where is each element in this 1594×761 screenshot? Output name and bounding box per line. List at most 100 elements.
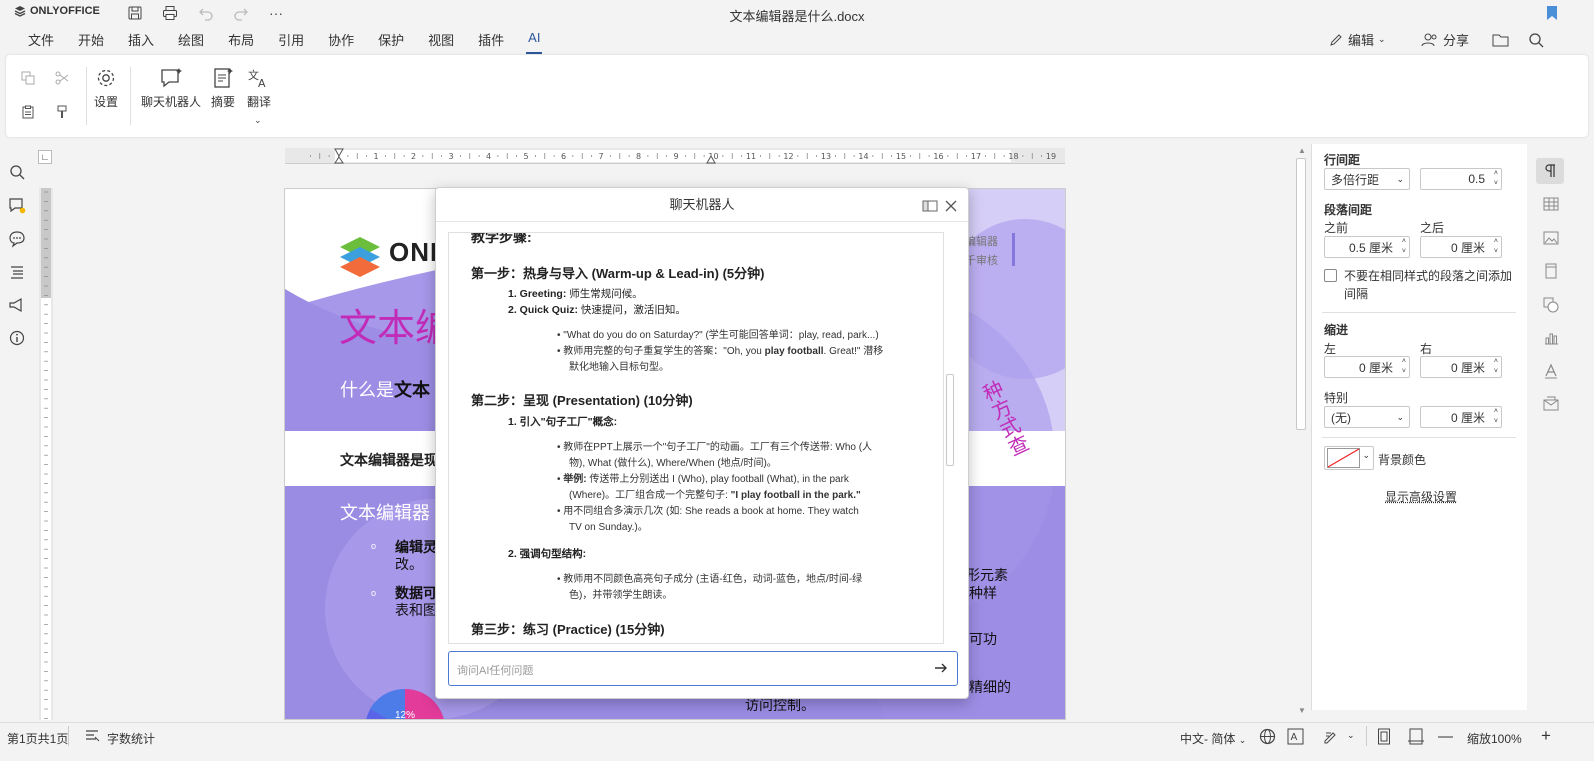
tab-stop-selector[interactable]: ∟ xyxy=(38,150,52,164)
find-icon[interactable] xyxy=(7,162,27,182)
zoom-level[interactable]: 缩放100% xyxy=(1467,730,1522,747)
close-icon[interactable] xyxy=(944,188,958,222)
zoom-in-icon[interactable]: + xyxy=(1541,726,1551,746)
tab-ai[interactable]: AI xyxy=(516,28,552,54)
paste-icon[interactable] xyxy=(16,101,40,123)
document-scrollbar[interactable]: ▲ ▼ xyxy=(1294,144,1308,720)
tab-draw[interactable]: 绘图 xyxy=(166,28,216,50)
scroll-down-icon[interactable]: ▼ xyxy=(1298,706,1306,715)
summary-button[interactable]: 摘要 xyxy=(211,67,235,110)
fit-width-icon[interactable] xyxy=(1408,728,1424,748)
indent-right-label: 右 xyxy=(1420,342,1433,356)
chat-bubble-icon xyxy=(161,68,182,88)
tab-view[interactable]: 视图 xyxy=(416,28,466,50)
zoom-out-icon[interactable]: — xyxy=(1438,728,1453,745)
chat-scrollbar[interactable] xyxy=(946,232,956,644)
page-bullet-1-bold: 编辑灵 xyxy=(395,539,437,555)
settings-button[interactable]: 设置 xyxy=(94,67,118,110)
scrollbar-thumb[interactable] xyxy=(1296,158,1306,430)
spacing-after-stepper[interactable]: 0 厘米 ˄ ˅ xyxy=(1420,236,1502,258)
word-count-label[interactable]: 字数统计 xyxy=(107,730,155,747)
line-spacing-mode-select[interactable]: 多倍行距 ⌄ xyxy=(1324,168,1410,190)
tab-insert[interactable]: 插入 xyxy=(116,28,166,50)
chatbot-button[interactable]: 聊天机器人 xyxy=(141,67,201,110)
paragraph-settings-icon[interactable] xyxy=(1536,158,1564,184)
language-value: 中文- 简体 xyxy=(1180,732,1236,746)
send-arrow-icon[interactable] xyxy=(933,660,949,679)
chat-step1-bullet2-a: 教师用完整的句子重复学生的答案："Oh, you xyxy=(563,346,765,357)
track-changes-icon[interactable] xyxy=(1323,728,1341,748)
tab-layout[interactable]: 布局 xyxy=(216,28,266,50)
page-bullet-1-rest: 改。 xyxy=(395,556,423,572)
tab-protect[interactable]: 保护 xyxy=(366,28,416,50)
tab-file[interactable]: 文件 xyxy=(16,28,66,50)
share-button[interactable]: 分享 xyxy=(1421,30,1469,49)
chat-step1-item1-bold: 1. Greeting: xyxy=(508,288,567,300)
navigation-icon[interactable] xyxy=(7,262,27,282)
advanced-settings-link[interactable]: 显示高级设置 xyxy=(1385,488,1457,505)
users-icon xyxy=(1421,33,1437,46)
image-settings-icon[interactable] xyxy=(1543,230,1559,249)
format-painter-icon[interactable] xyxy=(50,101,74,123)
chart-settings-icon[interactable] xyxy=(1543,330,1559,349)
table-settings-icon[interactable] xyxy=(1543,196,1559,215)
stepper-arrows-icon[interactable]: ˄ ˅ xyxy=(1494,237,1498,257)
copy-icon[interactable] xyxy=(16,67,40,89)
chat-message-area[interactable]: 教学步骤: 第一步：热身与导入 (Warm-up & Lead-in) (5分钟… xyxy=(448,232,944,644)
background-color-picker[interactable]: ⌄ xyxy=(1324,446,1374,470)
pie-label: 12% xyxy=(395,710,416,720)
line-spacing-mode-value: 多倍行距 xyxy=(1331,172,1380,187)
special-indent-select[interactable]: (无) ⌄ xyxy=(1324,406,1410,428)
spell-check-icon[interactable]: A xyxy=(1287,728,1304,748)
tab-collaborate[interactable]: 协作 xyxy=(316,28,366,50)
doc-language-globe-icon[interactable] xyxy=(1259,728,1276,748)
tab-plugins[interactable]: 插件 xyxy=(466,28,516,50)
feedback-icon[interactable] xyxy=(7,295,27,315)
translate-button[interactable]: 文A 翻译 xyxy=(247,67,271,110)
language-select[interactable]: 中文- 简体 ⌄ xyxy=(1180,730,1246,747)
line-spacing-value-stepper[interactable]: 0.5 ˄ ˅ xyxy=(1420,168,1502,190)
mail-merge-icon[interactable] xyxy=(1543,396,1559,415)
search-icon[interactable] xyxy=(1525,30,1547,50)
word-count-icon[interactable] xyxy=(84,728,100,747)
scroll-up-icon[interactable]: ▲ xyxy=(1298,146,1306,155)
about-icon[interactable] xyxy=(7,328,27,348)
tab-references[interactable]: 引用 xyxy=(266,28,316,50)
tab-home[interactable]: 开始 xyxy=(66,28,116,50)
stepper-arrows-icon[interactable]: ˄ ˅ xyxy=(1402,237,1406,257)
dock-panel-icon[interactable] xyxy=(922,188,938,222)
chat-scrollbar-thumb[interactable] xyxy=(946,374,954,466)
edit-mode-button[interactable]: 编辑 ⌄ xyxy=(1328,30,1386,49)
translate-chevron-icon[interactable]: ⌄ xyxy=(254,115,262,126)
spacing-before-value: 0.5 厘米 xyxy=(1348,240,1393,255)
comments-icon[interactable] xyxy=(7,196,27,216)
chevron-down-icon[interactable]: ⌄ xyxy=(1347,730,1355,741)
spacing-after-label: 之后 xyxy=(1420,221,1445,235)
cut-icon[interactable] xyxy=(50,67,74,89)
header-footer-icon[interactable] xyxy=(1543,263,1559,282)
no-space-checkbox[interactable] xyxy=(1324,269,1337,282)
stepper-arrows-icon[interactable]: ˄ ˅ xyxy=(1494,169,1498,189)
stepper-arrows-icon[interactable]: ˄ ˅ xyxy=(1402,357,1406,377)
open-location-icon[interactable] xyxy=(1490,30,1512,50)
spacing-before-stepper[interactable]: 0.5 厘米 ˄ ˅ xyxy=(1324,236,1410,258)
ruler-number: 2 xyxy=(411,152,416,161)
text-art-icon[interactable] xyxy=(1543,363,1559,382)
stepper-arrows-icon[interactable]: ˄ ˅ xyxy=(1494,357,1498,377)
page-info[interactable]: 第1页共1页 xyxy=(7,730,68,747)
indent-right-stepper[interactable]: 0 厘米 ˄ ˅ xyxy=(1420,356,1502,378)
chat-icon[interactable] xyxy=(7,229,27,249)
shape-settings-icon[interactable] xyxy=(1543,297,1559,316)
special-indent-stepper[interactable]: 0 厘米 ˄ ˅ xyxy=(1420,406,1502,428)
vertical-ruler[interactable] xyxy=(39,188,53,720)
document-title: 文本编辑器是什么.docx xyxy=(729,9,865,24)
chatbot-header[interactable]: 聊天机器人 xyxy=(436,188,968,222)
stepper-arrows-icon[interactable]: ˄ ˅ xyxy=(1494,407,1498,427)
ruler-number: 6 xyxy=(561,152,566,161)
chat-input[interactable]: 询问AI任何问题 xyxy=(448,651,958,686)
fit-page-icon[interactable] xyxy=(1377,728,1391,748)
indent-left-label: 左 xyxy=(1324,342,1337,356)
chat-input-placeholder: 询问AI任何问题 xyxy=(457,665,534,677)
horizontal-ruler[interactable]: 1 1 2 3 4 5 6 7 8 9 10 11 12 13 14 15 16 17 18 19 xyxy=(285,148,1065,164)
indent-left-stepper[interactable]: 0 厘米 ˄ ˅ xyxy=(1324,356,1410,378)
